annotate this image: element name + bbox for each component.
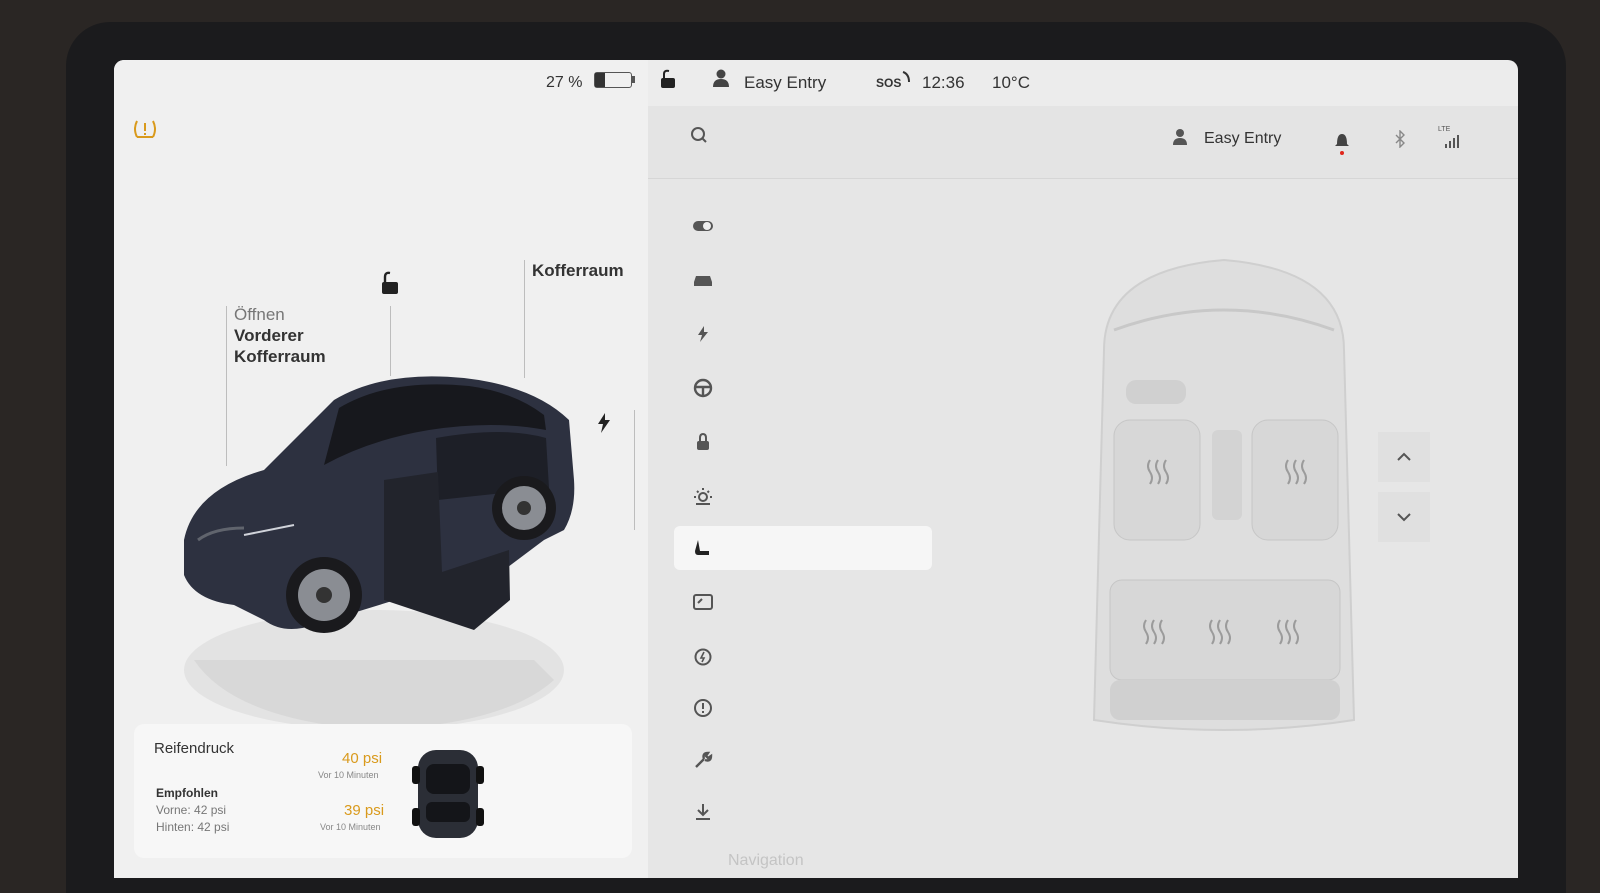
front-tire-time: Vor 10 Minuten: [318, 770, 379, 780]
car-view-panel: Öffnen Vorderer Kofferraum Kofferraum Re…: [114, 60, 648, 878]
front-right-seat[interactable]: [1251, 419, 1339, 541]
sidebar-item-controls[interactable]: [674, 204, 932, 248]
battery-tip: [632, 76, 635, 83]
controls-header: Easy Entry LTE: [648, 106, 1518, 179]
car-icon: [694, 276, 712, 286]
download-icon: [696, 804, 710, 820]
tire-pressure-card[interactable]: Reifendruck Empfohlen Vorne: 42 psi Hint…: [134, 724, 632, 858]
display-icon: [693, 594, 713, 610]
profile-name[interactable]: Easy Entry: [744, 73, 826, 93]
trunk-button[interactable]: Kofferraum: [532, 260, 624, 281]
sidebar-item-service[interactable]: [674, 738, 932, 782]
wrench-icon: [695, 751, 713, 768]
scroll-down-button[interactable]: [1378, 492, 1430, 542]
seat-icon: [695, 540, 709, 555]
sidebar-item-autopilot[interactable]: [674, 366, 932, 410]
lock-icon: [697, 433, 709, 450]
lte-label: LTE: [1438, 126, 1451, 133]
model-y-render: [184, 376, 575, 730]
profile-icon-header: [1173, 129, 1187, 145]
battery-icon: [594, 72, 632, 88]
rear-seats[interactable]: [1109, 579, 1341, 720]
clock-bolt-icon: [694, 648, 712, 666]
recommended-front: Vorne: 42 psi: [156, 803, 227, 817]
sidebar-item-lights[interactable]: [674, 474, 932, 518]
charge-callout-line: [634, 410, 635, 530]
sos-label[interactable]: SOS: [876, 76, 901, 90]
sun-icon: [694, 488, 712, 505]
sidebar-item-safety[interactable]: [674, 686, 932, 730]
tire-pressure-warning-icon[interactable]: [132, 116, 158, 142]
sidebar-item-vehicle[interactable]: [674, 258, 932, 302]
frunk-open-label: Öffnen: [234, 305, 285, 324]
sidebar-item-software[interactable]: [674, 790, 932, 834]
unlock-icon[interactable]: [376, 270, 402, 296]
sidebar-item-schedule[interactable]: [674, 634, 932, 678]
sidebar-item-locks[interactable]: [674, 420, 932, 464]
search-icon[interactable]: [690, 126, 714, 146]
chevron-down-icon: [1397, 513, 1411, 522]
frunk-label-1: Vorderer: [234, 326, 304, 345]
bluetooth-icon[interactable]: [1394, 130, 1406, 148]
battery-percent: 27 %: [546, 74, 583, 91]
touchscreen: Öffnen Vorderer Kofferraum Kofferraum Re…: [114, 60, 1518, 878]
charge-port-bolt-icon[interactable]: [596, 412, 612, 434]
steering-wheel-icon: [693, 378, 713, 398]
sos-phone-icon: [902, 71, 910, 83]
seat-heater-diagram[interactable]: [1074, 250, 1374, 750]
profile-icon: [713, 69, 729, 87]
sidebar-item-seats[interactable]: [674, 526, 932, 570]
alert-icon: [694, 699, 712, 717]
chevron-up-icon: [1397, 452, 1411, 461]
notification-bell-icon[interactable]: [1334, 130, 1350, 156]
rear-tire-value: 39 psi: [344, 802, 385, 819]
car-top-view-icon: [412, 750, 484, 838]
recommended-rear: Hinten: 42 psi: [156, 820, 230, 834]
signal-icon: [1445, 135, 1459, 148]
bolt-icon: [698, 326, 708, 342]
sidebar-item-charging[interactable]: [674, 312, 932, 356]
frunk-button[interactable]: Öffnen Vorderer Kofferraum: [234, 304, 326, 367]
scroll-up-button[interactable]: [1378, 432, 1430, 482]
header-profile-name[interactable]: Easy Entry: [1204, 130, 1281, 148]
recommended-label: Empfohlen: [156, 786, 218, 800]
clock: 12:36: [922, 73, 965, 92]
tire-pressure-title: Reifendruck: [154, 740, 235, 757]
outside-temperature: 10°C: [992, 73, 1030, 92]
status-bar: 27 % Easy Entry SOS 12:36 10°C: [114, 60, 1518, 106]
sidebar-item-display[interactable]: [674, 580, 932, 624]
lock-status-icon[interactable]: [658, 68, 678, 90]
navigation-label[interactable]: Navigation: [728, 852, 804, 870]
rear-tire-time: Vor 10 Minuten: [320, 822, 381, 832]
center-console: [1212, 430, 1242, 520]
toggle-icon: [693, 221, 713, 231]
front-tire-value: 40 psi: [342, 750, 383, 767]
